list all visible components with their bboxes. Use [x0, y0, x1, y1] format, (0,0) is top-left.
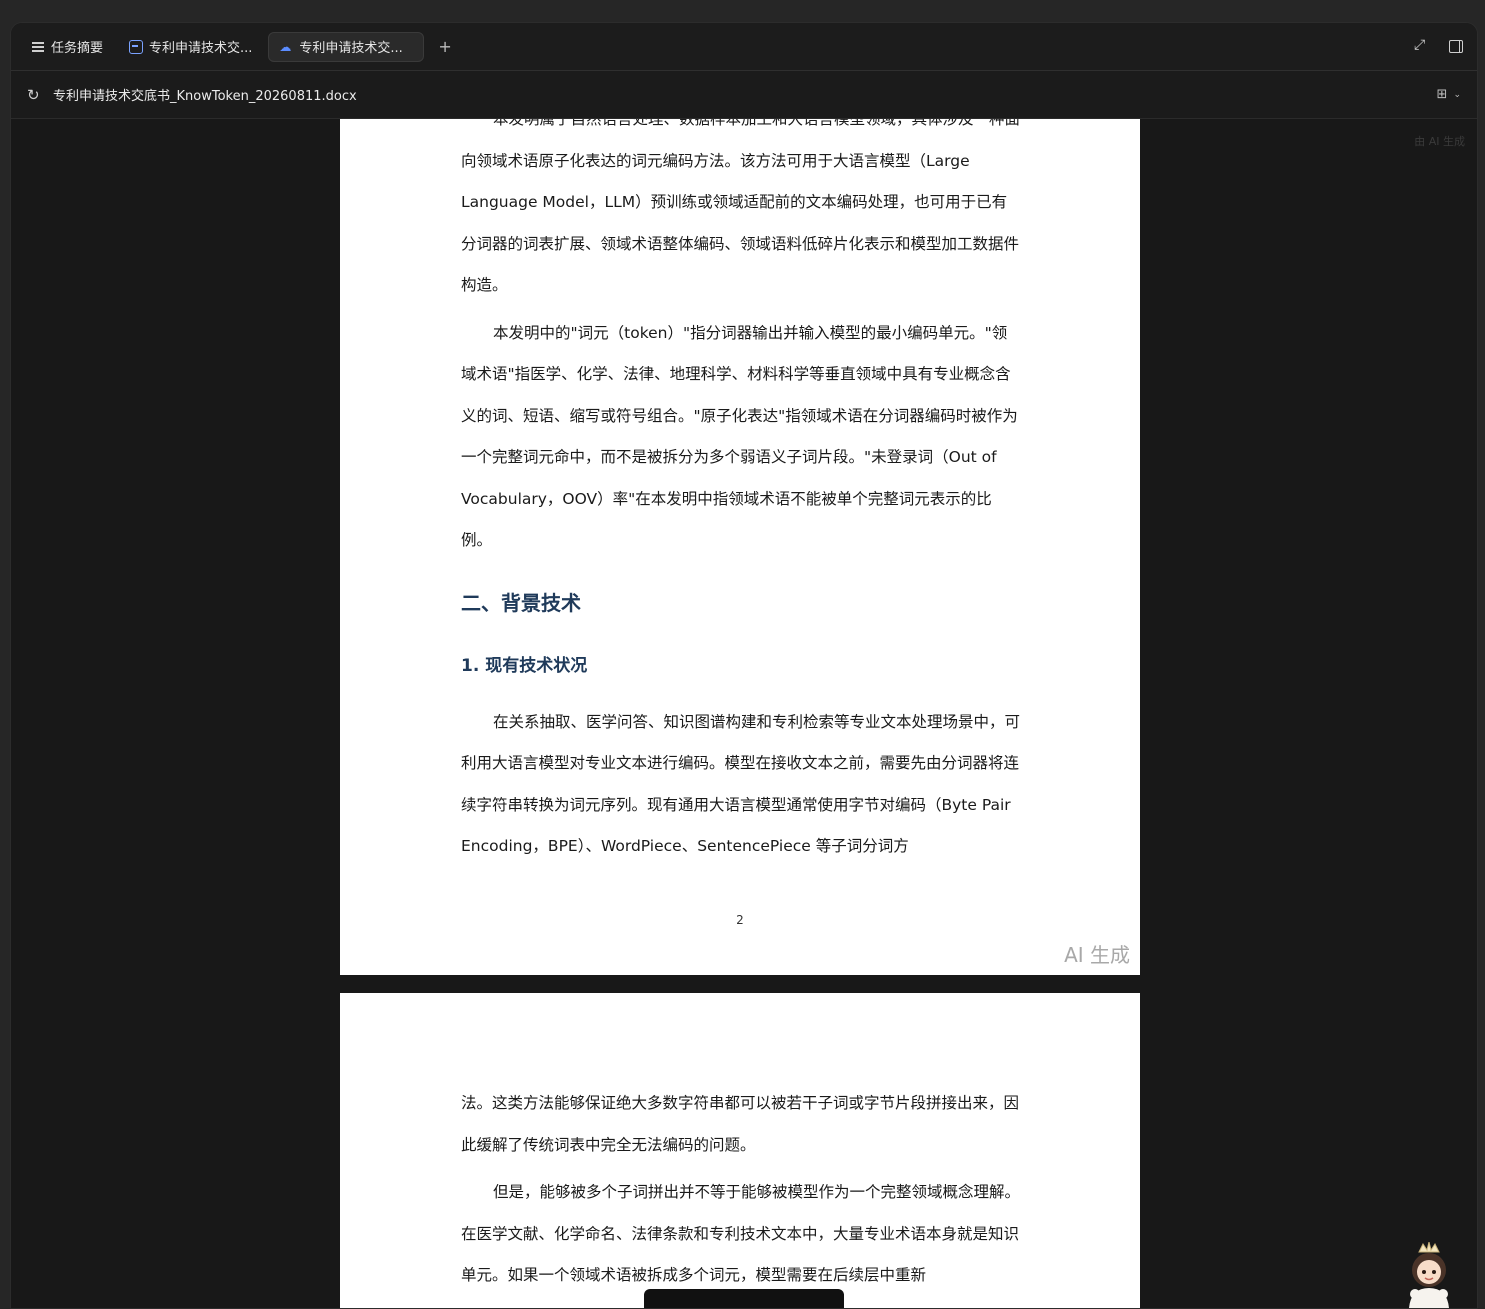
paragraph: 本发明中的"词元（token）"指分词器输出并输入模型的最小编码单元。"领域术语… [461, 323, 1018, 550]
subsection-heading: 1. 现有技术状况 [461, 655, 588, 676]
app-window: 任务摘要 专利申请技术交... ☁ 专利申请技术交... + ↻ 专利申请技术交… [10, 22, 1478, 1309]
tab-doc-2-label: 专利申请技术交... [299, 41, 403, 56]
window-controls [1414, 23, 1463, 70]
ai-generated-watermark: 由 AI 生成 [1414, 135, 1465, 148]
tab-summary-label: 任务摘要 [51, 41, 104, 56]
paragraph: 法。这类方法能够保证绝大多数字符串都可以被若干子词或字节片段拼接出来，因此缓解了… [461, 1094, 1020, 1154]
tab-doc-1-label: 专利申请技术交... [149, 41, 253, 56]
tab-doc-1[interactable]: 专利申请技术交... [119, 32, 262, 62]
view-options[interactable]: ⊞ ⌄ [1437, 71, 1461, 118]
assistant-mascot-icon[interactable] [1399, 1242, 1459, 1308]
paragraph: 本发明属于自然语言处理、数据样本加工和大语言模型领域，具体涉及一种面向领域术语原… [461, 119, 1021, 294]
file-name: 专利申请技术交底书_KnowToken_20260811.docx [53, 89, 357, 104]
address-bar: ↻ 专利申请技术交底书_KnowToken_20260811.docx ⊞ ⌄ [11, 71, 1477, 119]
document-page-2: 本发明属于自然语言处理、数据样本加工和大语言模型领域，具体涉及一种面向领域术语原… [340, 119, 1140, 975]
document-viewer[interactable]: 由 AI 生成 本发明属于自然语言处理、数据样本加工和大语言模型领域，具体涉及一… [11, 119, 1477, 1308]
apps-grid-icon[interactable]: ⊞ [1437, 87, 1448, 102]
expand-icon[interactable] [1414, 37, 1427, 53]
tab-doc-2[interactable]: ☁ 专利申请技术交... [268, 31, 425, 62]
new-tab-button[interactable]: + [438, 37, 451, 56]
tab-summary[interactable]: 任务摘要 [21, 32, 113, 62]
page-content: 法。这类方法能够保证绝大多数字符串都可以被若干子词或字节片段拼接出来，因此缓解了… [461, 1083, 1021, 1297]
paragraph: 在关系抽取、医学问答、知识图谱构建和专利检索等专业文本处理场景中，可利用大语言模… [461, 712, 1021, 856]
chevron-down-icon[interactable]: ⌄ [1453, 90, 1461, 100]
page-content: 本发明属于自然语言处理、数据样本加工和大语言模型领域，具体涉及一种面向领域术语原… [461, 119, 1021, 868]
side-panel-icon[interactable] [1449, 40, 1463, 53]
page-number: 2 [736, 913, 744, 927]
reload-icon[interactable]: ↻ [27, 87, 41, 102]
cloud-doc-icon: ☁ [279, 39, 292, 54]
bottom-toolbar[interactable] [644, 1289, 844, 1308]
section-heading: 二、背景技术 [461, 590, 581, 615]
paragraph: 但是，能够被多个子词拼出并不等于能够被模型作为一个完整领域概念理解。在医学文献、… [461, 1183, 1021, 1284]
list-icon [31, 40, 45, 54]
document-icon [129, 39, 144, 54]
tab-bar: 任务摘要 专利申请技术交... ☁ 专利申请技术交... + [11, 23, 1477, 71]
document-page-3: 法。这类方法能够保证绝大多数字符串都可以被若干子词或字节片段拼接出来，因此缓解了… [340, 993, 1140, 1308]
ai-generated-label: AI 生成 [1064, 943, 1130, 967]
